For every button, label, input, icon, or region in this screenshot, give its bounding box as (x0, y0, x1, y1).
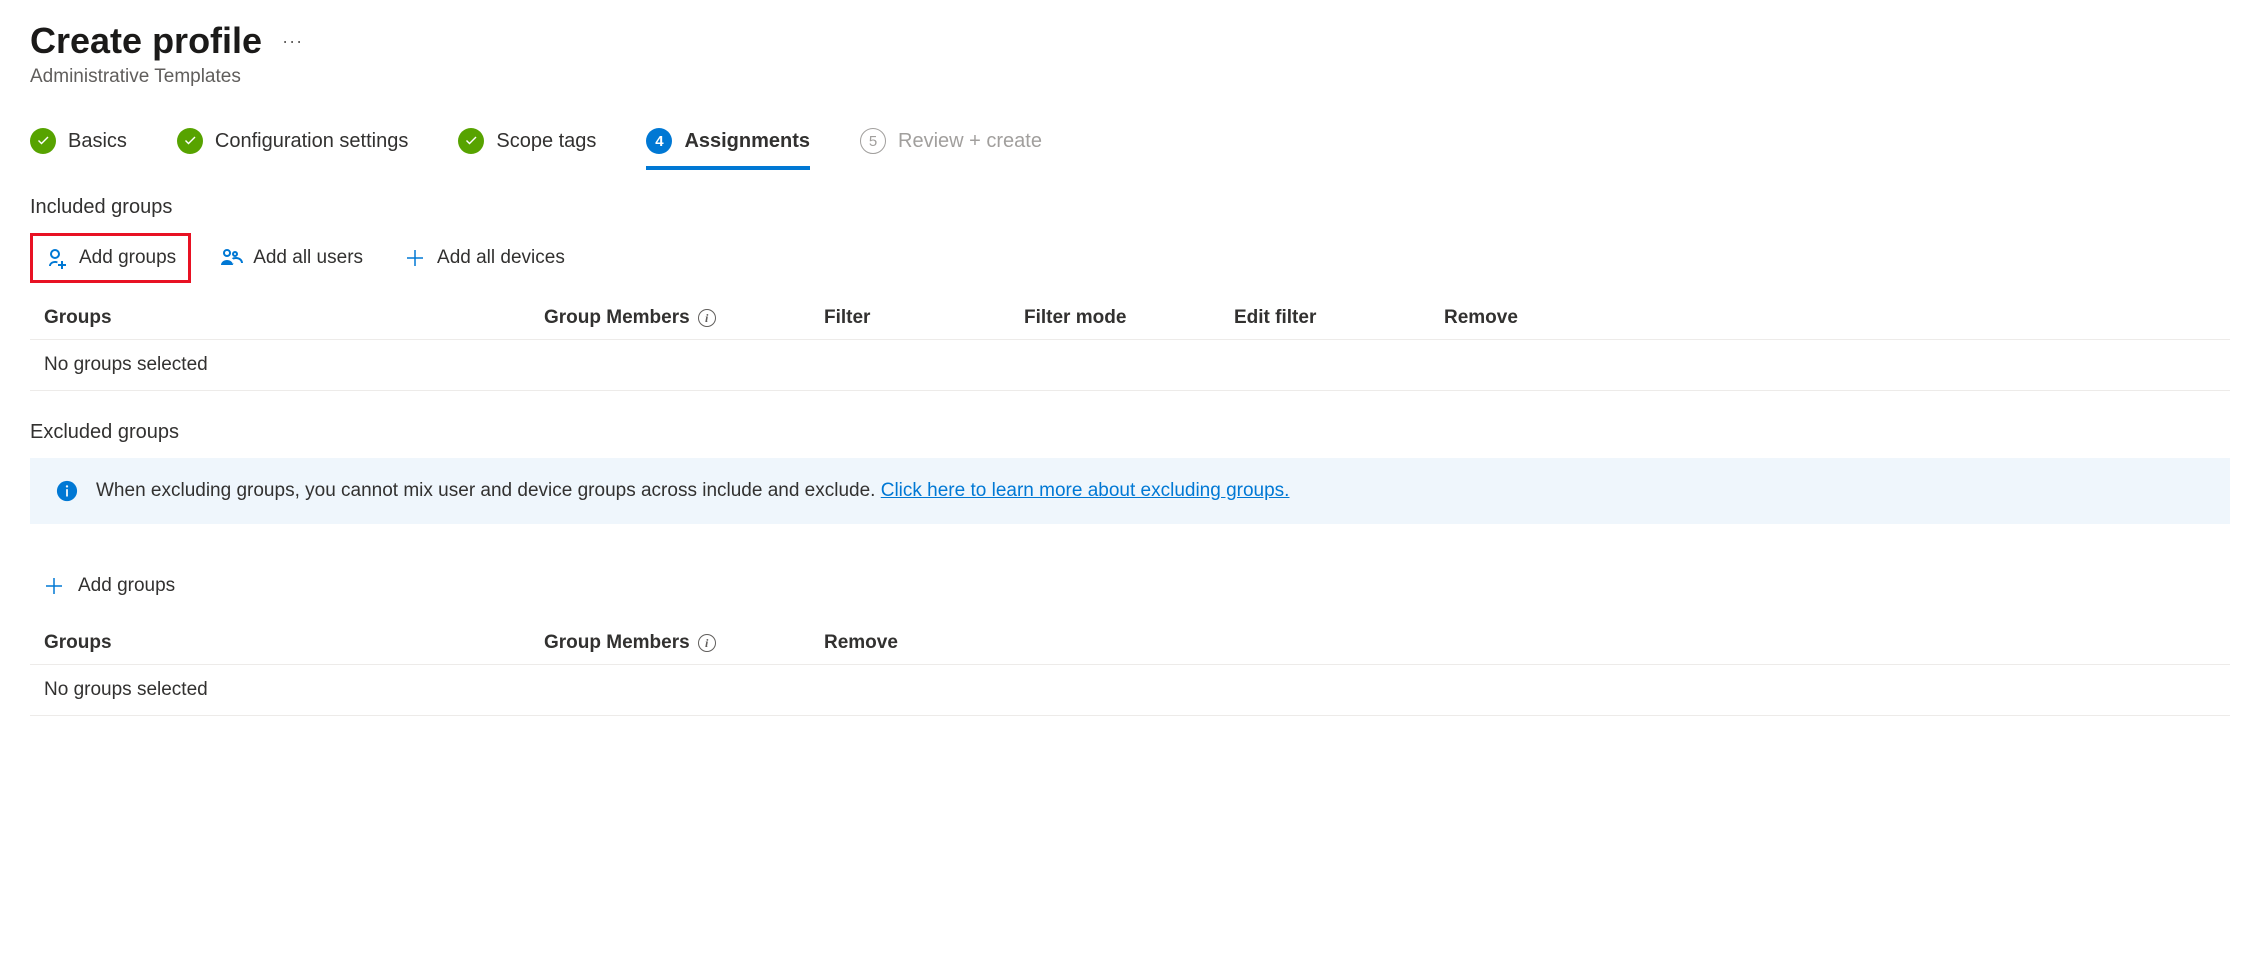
empty-text: No groups selected (44, 679, 208, 701)
step-label: Review + create (898, 130, 1042, 153)
table-empty-row: No groups selected (30, 340, 2230, 391)
step-label: Basics (68, 130, 127, 153)
wizard-steps: Basics Configuration settings Scope tags… (30, 128, 2230, 166)
col-groups: Groups (44, 307, 544, 329)
col-group-members: Group Members i (544, 307, 824, 329)
included-groups-table: Groups Group Members i Filter Filter mod… (30, 297, 2230, 391)
col-filter: Filter (824, 307, 1024, 329)
button-label: Add groups (78, 575, 175, 597)
add-groups-button[interactable]: Add groups (30, 233, 191, 283)
info-icon[interactable]: i (698, 634, 716, 652)
add-all-devices-button[interactable]: Add all devices (391, 236, 577, 280)
step-basics[interactable]: Basics (30, 128, 127, 166)
step-label: Configuration settings (215, 130, 408, 153)
col-edit-filter: Edit filter (1234, 307, 1444, 329)
button-label: Add all users (253, 247, 363, 269)
learn-more-link[interactable]: Click here to learn more about excluding… (881, 480, 1290, 501)
step-config-settings[interactable]: Configuration settings (177, 128, 408, 166)
step-assignments[interactable]: 4 Assignments (646, 128, 810, 170)
col-remove: Remove (1444, 307, 1544, 329)
add-groups-excluded-button[interactable]: Add groups (30, 564, 187, 608)
table-empty-row: No groups selected (30, 665, 2230, 716)
plus-icon (403, 246, 427, 270)
people-icon (219, 246, 243, 270)
check-icon (458, 128, 484, 154)
included-actions: Add groups Add all users Add all devices (30, 233, 2230, 283)
add-all-users-button[interactable]: Add all users (207, 236, 375, 280)
check-icon (177, 128, 203, 154)
page-title: Create profile (30, 20, 262, 62)
col-filter-mode: Filter mode (1024, 307, 1234, 329)
excluded-groups-table: Groups Group Members i Remove No groups … (30, 622, 2230, 716)
table-header: Groups Group Members i Remove (30, 622, 2230, 665)
col-group-members: Group Members i (544, 632, 824, 654)
more-icon[interactable]: ··· (282, 31, 303, 52)
page-subtitle: Administrative Templates (30, 66, 2230, 88)
empty-text: No groups selected (44, 354, 208, 376)
step-review-create[interactable]: 5 Review + create (860, 128, 1042, 166)
banner-text: When excluding groups, you cannot mix us… (96, 480, 1289, 502)
button-label: Add all devices (437, 247, 565, 269)
button-label: Add groups (79, 247, 176, 269)
info-icon (56, 480, 78, 502)
included-groups-label: Included groups (30, 196, 2230, 219)
step-label: Scope tags (496, 130, 596, 153)
col-groups: Groups (44, 632, 544, 654)
step-scope-tags[interactable]: Scope tags (458, 128, 596, 166)
plus-icon (42, 574, 66, 598)
info-icon[interactable]: i (698, 309, 716, 327)
step-number-icon: 4 (646, 128, 672, 154)
col-remove: Remove (824, 632, 924, 654)
person-add-icon (45, 246, 69, 270)
check-icon (30, 128, 56, 154)
table-header: Groups Group Members i Filter Filter mod… (30, 297, 2230, 340)
excluded-groups-label: Excluded groups (30, 421, 2230, 444)
step-number-icon: 5 (860, 128, 886, 154)
step-label: Assignments (684, 130, 810, 153)
info-banner: When excluding groups, you cannot mix us… (30, 458, 2230, 524)
